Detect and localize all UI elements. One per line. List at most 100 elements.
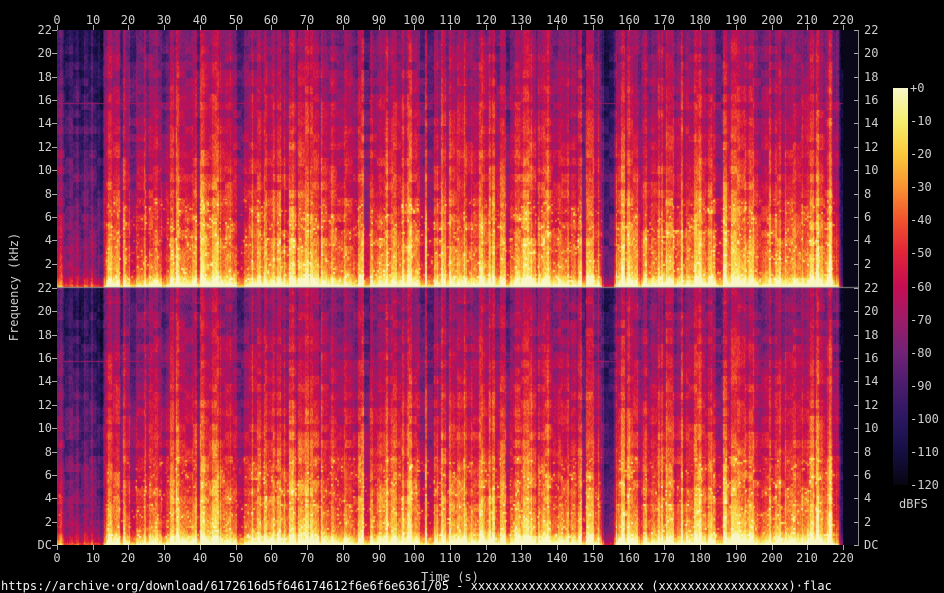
x-tick-mark-bottom [521,545,522,550]
x-tick-mark-top [128,25,129,30]
colorbar-tick-label: -60 [910,280,932,294]
y-tick-mark-left [52,545,57,546]
y-tick-label-left: 16 [37,93,52,107]
colorbar-tick-label: -40 [910,213,932,227]
y-tick-label-left: 12 [37,140,52,154]
x-tick-mark-bottom [164,545,165,550]
x-tick-mark-top [557,25,558,30]
y-tick-mark-left [52,428,57,429]
y-tick-mark-left [52,452,57,453]
y-tick-label-left: 8 [44,445,52,459]
y-tick-label-right: 4 [864,233,872,247]
x-tick-label-bottom: 100 [403,551,425,565]
y-tick-mark-left [52,335,57,336]
y-tick-mark-left [52,381,57,382]
x-tick-mark-bottom [343,545,344,550]
y-tick-label-left: DC [37,538,52,552]
x-tick-mark-bottom [557,545,558,550]
y-tick-label-left: 12 [37,398,52,412]
x-tick-label-bottom: 150 [582,551,604,565]
x-tick-mark-top [450,25,451,30]
x-tick-mark-bottom [236,545,237,550]
x-tick-mark-bottom [271,545,272,550]
x-tick-mark-top [164,25,165,30]
y-tick-label-right: 8 [864,445,872,459]
x-tick-label-bottom: 50 [228,551,244,565]
y-tick-label-right: 8 [864,187,872,201]
y-tick-mark-left [52,240,57,241]
colorbar-tick-label: -90 [910,379,932,393]
y-tick-label-left: 14 [37,374,52,388]
x-tick-mark-bottom [772,545,773,550]
x-tick-mark-bottom [128,545,129,550]
y-tick-label-right: 12 [864,140,879,154]
y-tick-label-right: 20 [864,304,879,318]
y-tick-mark-left [52,77,57,78]
x-tick-mark-top [807,25,808,30]
y-tick-mark-left [52,522,57,523]
y-tick-label-right: 4 [864,491,872,505]
x-tick-mark-bottom [664,545,665,550]
y-tick-mark-left [52,53,57,54]
x-tick-label-bottom: 220 [832,551,854,565]
y-tick-mark-left [52,288,57,289]
x-tick-label-bottom: 160 [618,551,640,565]
x-tick-mark-bottom [593,545,594,550]
x-tick-label-bottom: 110 [439,551,461,565]
x-tick-mark-bottom [700,545,701,550]
x-tick-label-bottom: 210 [796,551,818,565]
y-tick-label-right: 14 [864,374,879,388]
status-text: https://archive·org/download/6172616d5f6… [1,579,832,593]
x-tick-mark-top [93,25,94,30]
x-tick-label-bottom: 10 [85,551,101,565]
x-tick-mark-bottom [450,545,451,550]
colorbar-tick-label: -50 [910,246,932,260]
y-tick-mark-left [52,100,57,101]
y-tick-label-left: 10 [37,163,52,177]
x-tick-mark-top [236,25,237,30]
x-tick-mark-top [343,25,344,30]
colorbar-tick-label: -80 [910,346,932,360]
y-tick-mark-left [52,217,57,218]
x-tick-mark-bottom [57,545,58,550]
y-tick-label-left: 6 [44,210,52,224]
y-tick-label-left: 8 [44,187,52,201]
y-tick-label-left: 22 [37,23,52,37]
y-tick-label-right: DC [864,538,879,552]
y-tick-mark-left [52,358,57,359]
x-tick-mark-bottom [807,545,808,550]
y-tick-mark-left [52,194,57,195]
right-axis-line [858,30,859,546]
x-tick-label-bottom: 190 [725,551,747,565]
x-tick-mark-top [593,25,594,30]
x-tick-mark-top [843,25,844,30]
y-tick-label-right: 6 [864,210,872,224]
x-tick-mark-top [57,25,58,30]
spectrogram-viewer: 0 0 10 10 20 20 30 30 40 40 50 50 60 60 70 70 80 80 90 90 10… [0,0,944,593]
y-tick-mark-left [52,170,57,171]
colorbar-tick-label: -100 [910,412,939,426]
y-tick-label-left: 18 [37,70,52,84]
y-tick-label-right: 2 [864,257,872,271]
y-tick-label-right: 22 [864,281,879,295]
colorbar-title: dBFS [899,497,928,511]
x-tick-label-bottom: 120 [475,551,497,565]
y-tick-mark-left [52,264,57,265]
y-tick-label-right: 10 [864,163,879,177]
status-bar: https://archive·org/download/6172616d5f6… [1,579,832,593]
x-tick-mark-bottom [736,545,737,550]
x-tick-label-bottom: 130 [510,551,532,565]
y-tick-label-right: 18 [864,328,879,342]
x-tick-mark-top [200,25,201,30]
x-tick-mark-bottom [93,545,94,550]
colorbar-tick-label: -120 [910,478,939,492]
y-tick-label-right: 16 [864,93,879,107]
x-tick-label-bottom: 170 [653,551,675,565]
x-tick-mark-top [379,25,380,30]
y-tick-mark-left [52,147,57,148]
y-tick-label-right: 18 [864,70,879,84]
y-tick-label-left: 10 [37,421,52,435]
y-tick-label-right: 16 [864,351,879,365]
y-tick-label-right: 20 [864,46,879,60]
x-tick-label-bottom: 80 [335,551,351,565]
